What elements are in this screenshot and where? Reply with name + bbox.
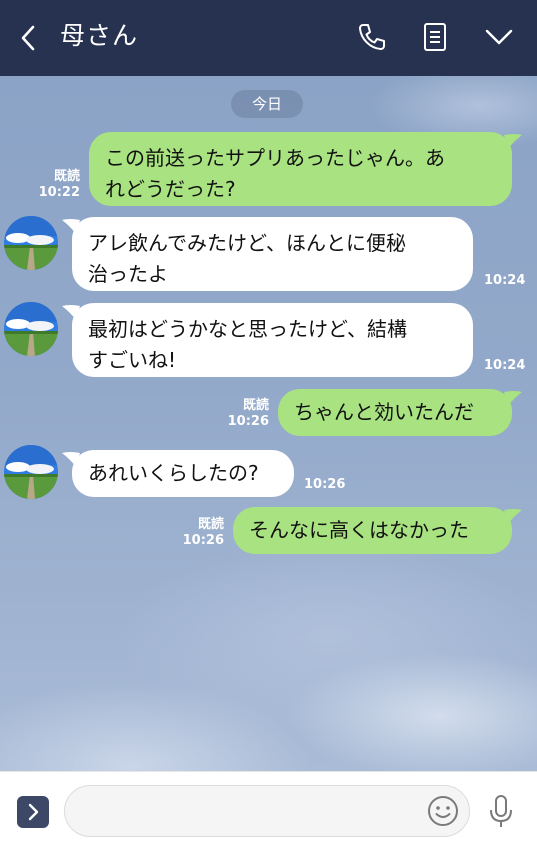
avatar[interactable] (4, 445, 58, 499)
chat-area[interactable]: 今日 既読 10:22 この前送ったサプリあったじゃん。あ れどうだった? アレ… (0, 76, 537, 771)
read-receipt: 既読 (242, 398, 269, 413)
message-input-bar (0, 771, 537, 847)
message-text-line: ちゃんと効いたんだ (294, 400, 474, 424)
message-text-line: すごいね! (88, 348, 177, 372)
message-text-line: あれいくらしたの? (88, 461, 259, 485)
their-message-bubble[interactable]: 最初はどうかなと思ったけど、結構 すごいね! (72, 303, 473, 377)
date-separator: 今日 (231, 90, 303, 118)
message-time: 10:26 (182, 533, 224, 548)
message-text-line: そんなに高くはなかった (249, 518, 469, 542)
read-receipt: 既読 (53, 169, 80, 184)
avatar-image (4, 302, 58, 356)
their-message-bubble[interactable]: アレ飲んでみたけど、ほんとに便秘 治ったよ (72, 217, 473, 291)
message-time: 10:24 (484, 358, 526, 373)
avatar[interactable] (4, 216, 58, 270)
emoji-icon[interactable] (426, 794, 460, 828)
message-text-line: 治ったよ (88, 262, 168, 286)
message-meta: 既読 10:26 (180, 517, 224, 549)
read-receipt: 既読 (197, 517, 224, 532)
avatar[interactable] (4, 302, 58, 356)
phone-icon[interactable] (355, 20, 389, 54)
expand-menu-button[interactable] (17, 796, 49, 828)
message-time: 10:22 (38, 185, 80, 200)
message-time: 10:26 (227, 414, 269, 429)
message-meta: 既読 10:26 (225, 398, 269, 430)
my-message-bubble[interactable]: そんなに高くはなかった (233, 507, 512, 554)
chevron-down-icon[interactable] (482, 20, 516, 54)
avatar-image (4, 216, 58, 270)
message-input[interactable] (64, 785, 470, 837)
message-time: 10:24 (484, 273, 526, 288)
avatar-image (4, 445, 58, 499)
back-icon[interactable] (18, 24, 38, 52)
my-message-bubble[interactable]: この前送ったサプリあったじゃん。あ れどうだった? (89, 132, 512, 206)
bubble-tail (504, 391, 522, 406)
message-text-line: この前送ったサプリあったじゃん。あ (105, 146, 445, 170)
message-text-line: アレ飲んでみたけど、ほんとに便秘 (88, 231, 406, 255)
message-time: 10:26 (304, 477, 346, 492)
bubble-tail (504, 134, 522, 149)
my-message-bubble[interactable]: ちゃんと効いたんだ (278, 389, 512, 436)
notes-icon[interactable] (418, 20, 452, 54)
message-meta: 既読 10:22 (36, 169, 80, 201)
chat-title: 母さん (60, 21, 139, 50)
bubble-tail (504, 509, 522, 524)
mic-icon[interactable] (487, 794, 515, 830)
chat-header: 母さん (0, 0, 537, 76)
expand-icon (28, 803, 39, 821)
message-text-line: 最初はどうかなと思ったけど、結構 (88, 317, 407, 341)
message-text-line: れどうだった? (105, 177, 236, 201)
their-message-bubble[interactable]: あれいくらしたの? (72, 450, 294, 497)
